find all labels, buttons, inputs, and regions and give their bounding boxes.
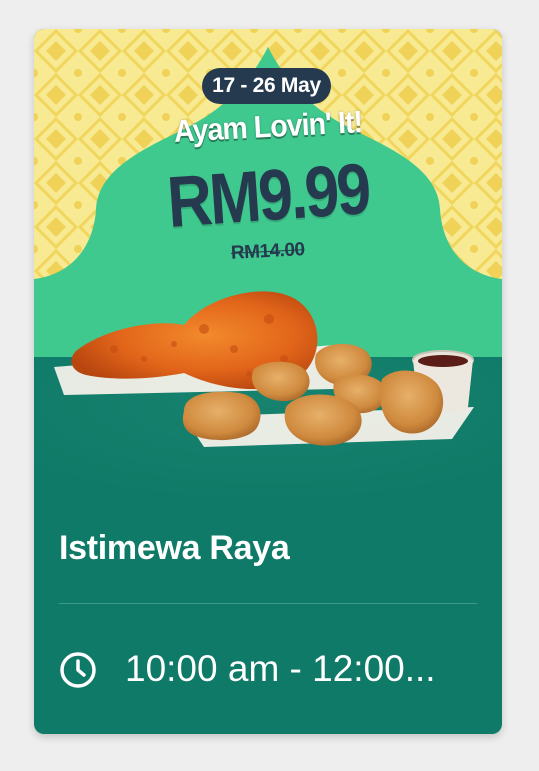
promo-hours-row: 10:00 am - 12:00... [59, 645, 479, 693]
promo-date-badge: 17 - 26 May [202, 68, 331, 104]
promo-card[interactable]: 17 - 26 May Ayam Lovin' It! RM9.99 RM14.… [34, 29, 502, 734]
promo-title: Istimewa Raya [59, 529, 290, 567]
promo-hours-text: 10:00 am - 12:00... [125, 648, 436, 689]
promo-banner-image: 17 - 26 May Ayam Lovin' It! RM9.99 RM14.… [34, 29, 502, 505]
divider [59, 603, 477, 604]
promo-old-price: RM14.00 [230, 239, 306, 264]
clock-icon [60, 652, 96, 688]
